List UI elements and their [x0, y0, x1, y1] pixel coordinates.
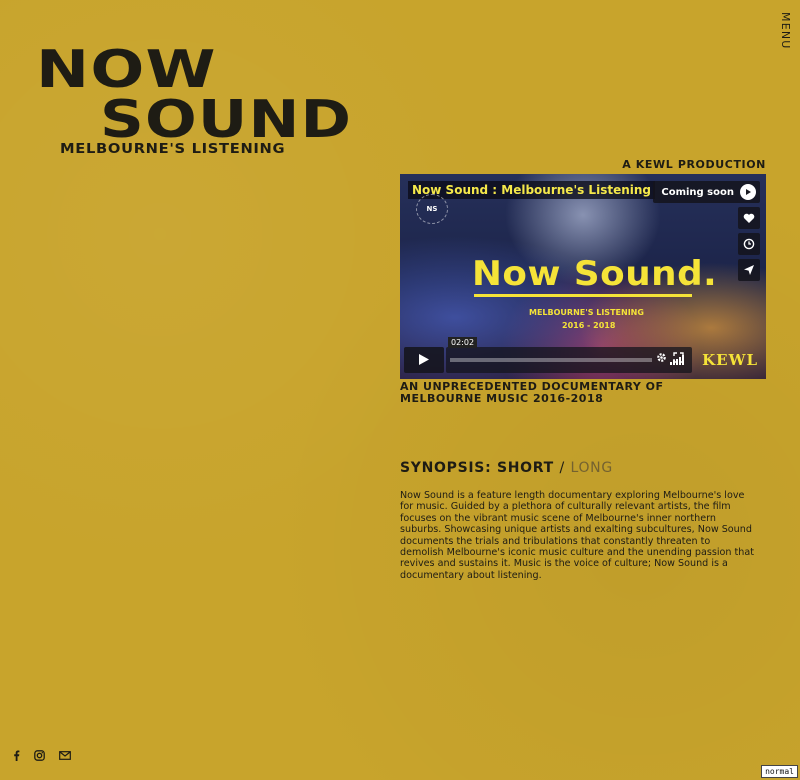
synopsis-separator: / [559, 460, 565, 476]
coming-soon-button[interactable]: Coming soon [653, 181, 760, 203]
video-controls: 02:02 [404, 337, 694, 373]
video-duration: 02:02 [448, 337, 478, 348]
synopsis-short-tab[interactable]: SHORT [497, 460, 554, 476]
share-icon [743, 261, 755, 280]
video-subtitle: MELBOURNE'S LISTENING [529, 308, 644, 317]
logo-now: NOW [36, 40, 217, 100]
watch-later-button[interactable] [738, 233, 760, 255]
clock-icon [743, 235, 755, 254]
logo-subtitle: MELBOURNE'S LISTENING [60, 142, 286, 157]
share-button[interactable] [738, 259, 760, 281]
tagline: AN UNPRECEDENTED DOCUMENTARY OF MELBOURN… [400, 380, 664, 405]
status-badge: normal [761, 765, 798, 778]
instagram-icon[interactable] [34, 750, 45, 761]
logo-sound: SOUND [100, 90, 353, 150]
like-button[interactable] [738, 207, 760, 229]
video-years: 2016 - 2018 [562, 321, 616, 330]
video-logo-underline [474, 294, 692, 297]
facebook-icon[interactable] [13, 750, 20, 761]
video-extra-controls [656, 348, 684, 367]
video-title[interactable]: Now Sound : Melbourne's Listening [408, 181, 655, 199]
menu-button[interactable]: MENU [779, 12, 792, 50]
synopsis-long-tab[interactable]: LONG [570, 460, 612, 476]
video-logo-text: Now Sound. [472, 254, 718, 294]
production-credit: A KEWL PRODUCTION [622, 158, 766, 171]
fullscreen-icon[interactable] [673, 348, 684, 367]
progress-track[interactable] [450, 358, 652, 362]
heart-icon [743, 209, 755, 228]
video-badge: NS [416, 194, 448, 224]
synopsis-heading: SYNOPSIS: SHORT / LONG [400, 460, 613, 476]
synopsis-body: Now Sound is a feature length documentar… [400, 490, 754, 581]
kewl-logo: KEWL [702, 351, 758, 369]
play-button[interactable] [404, 347, 444, 373]
social-links [13, 750, 71, 761]
video-player[interactable]: Now Sound : Melbourne's Listening NS Com… [400, 174, 766, 379]
synopsis-prefix: SYNOPSIS: [400, 460, 492, 476]
play-circle-icon [740, 184, 756, 200]
play-icon [418, 351, 430, 370]
settings-icon[interactable] [656, 348, 667, 367]
mail-icon[interactable] [59, 751, 71, 760]
coming-soon-label: Coming soon [661, 186, 734, 198]
